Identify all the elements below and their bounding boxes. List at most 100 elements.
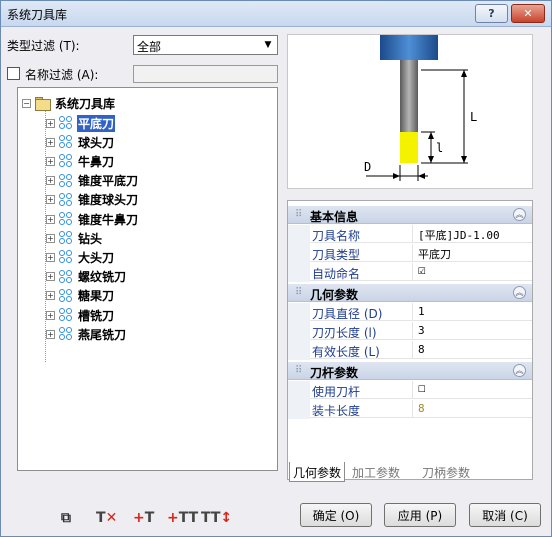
- expand-icon[interactable]: +: [46, 156, 55, 166]
- prop-row[interactable]: 刀具名称 [平底]JD-1.00: [310, 225, 532, 243]
- property-grid[interactable]: ⠿ 基本信息 ︽ 刀具名称 [平底]JD-1.00 刀具类型 平底刀自动命名 ☑ ⠿ 几何参数 ︽ 刀…: [287, 200, 533, 480]
- collapse-group-icon[interactable]: ︽: [513, 208, 526, 221]
- expand-icon[interactable]: +: [46, 310, 55, 320]
- prop-row[interactable]: 装卡长度 8: [310, 400, 532, 418]
- label-D: D: [364, 160, 371, 174]
- tree-item-label: 钻头: [78, 231, 103, 246]
- prop-value[interactable]: 平底刀: [418, 246, 451, 262]
- prop-row[interactable]: 刀具类型 平底刀: [310, 244, 532, 262]
- type-filter-value: 全部: [137, 40, 162, 54]
- delete-icon[interactable]: T✕: [96, 510, 117, 526]
- expand-icon[interactable]: +: [46, 233, 55, 243]
- tree-root-label: 系统刀具库: [55, 96, 116, 111]
- tree-item[interactable]: + 大头刀: [46, 248, 115, 266]
- prop-group-header[interactable]: ⠿ 基本信息 ︽: [288, 206, 532, 224]
- prop-group-title: 刀杆参数: [310, 366, 359, 380]
- tool-group-icon: [59, 231, 73, 245]
- tab-geometry[interactable]: 几何参数: [289, 462, 346, 482]
- tab-holder[interactable]: 刀柄参数: [419, 462, 473, 482]
- close-button[interactable]: ✕: [511, 4, 545, 23]
- tool-tree[interactable]: − 系统刀具库 + 平底刀 + 球头刀 + 牛鼻刀 + 锥度平底刀 + 锥度球头刀 + 锥度牛鼻刀 + 钻…: [17, 87, 278, 471]
- expand-icon[interactable]: +: [46, 118, 55, 128]
- tree-item[interactable]: + 锥度平底刀: [46, 172, 139, 190]
- prop-value[interactable]: 3: [418, 324, 425, 337]
- prop-key: 使用刀杆: [312, 385, 361, 399]
- prop-group-header[interactable]: ⠿ 刀杆参数 ︽: [288, 362, 532, 380]
- prop-value[interactable]: [平底]JD-1.00: [418, 227, 500, 243]
- tree-item[interactable]: + 糖果刀: [46, 287, 115, 305]
- prop-checkbox[interactable]: ☐: [418, 381, 426, 396]
- ok-button[interactable]: 确定 (O): [300, 503, 372, 527]
- expand-icon[interactable]: +: [46, 195, 55, 205]
- collapse-group-icon[interactable]: ︽: [513, 364, 526, 377]
- prop-group-title: 几何参数: [310, 288, 359, 302]
- window-title: 系统刀具库: [7, 8, 68, 22]
- tree-item[interactable]: + 平底刀: [46, 114, 116, 132]
- prop-key: 刀具名称: [312, 229, 361, 243]
- tree-item-label: 大头刀: [78, 250, 115, 265]
- tool-preview: L l D: [287, 34, 533, 189]
- tool-holder: [380, 35, 438, 60]
- tool-group-icon: [59, 154, 73, 168]
- tree-item-label: 槽铣刀: [78, 308, 115, 323]
- help-button[interactable]: ?: [475, 4, 508, 23]
- tree-item[interactable]: + 钻头: [46, 229, 103, 247]
- tree-root[interactable]: − 系统刀具库: [22, 94, 116, 112]
- expand-icon[interactable]: +: [46, 176, 55, 186]
- name-filter-input[interactable]: [133, 65, 278, 83]
- tree-item-label: 燕尾铣刀: [78, 327, 127, 342]
- prop-group-header[interactable]: ⠿ 几何参数 ︽: [288, 284, 532, 302]
- prop-row[interactable]: 有效长度 (L) 8: [310, 341, 532, 359]
- collapse-icon[interactable]: −: [22, 98, 31, 108]
- tool-group-icon: [59, 308, 73, 322]
- name-filter-checkbox[interactable]: [7, 67, 20, 80]
- prop-row[interactable]: 自动命名 ☑: [310, 263, 532, 281]
- grip-icon: ⠿: [295, 287, 303, 298]
- tree-item[interactable]: + 燕尾铣刀: [46, 325, 127, 343]
- expand-icon[interactable]: +: [46, 291, 55, 301]
- collapse-group-icon[interactable]: ︽: [513, 286, 526, 299]
- add-tool-group-icon[interactable]: +TT: [167, 510, 198, 526]
- tree-item[interactable]: + 锥度牛鼻刀: [46, 210, 139, 228]
- prop-value[interactable]: 8: [418, 402, 425, 415]
- expand-icon[interactable]: +: [46, 214, 55, 224]
- add-tool-icon[interactable]: +T: [133, 510, 154, 526]
- tool-group-icon: [59, 250, 73, 264]
- tree-item[interactable]: + 槽铣刀: [46, 306, 115, 324]
- prop-key: 自动命名: [312, 267, 361, 281]
- tab-machining[interactable]: 加工参数: [349, 462, 403, 482]
- tree-item[interactable]: + 牛鼻刀: [46, 152, 115, 170]
- tree-item[interactable]: + 球头刀: [46, 133, 115, 151]
- tree-item-label: 平底刀: [77, 114, 116, 132]
- cancel-button[interactable]: 取消 (C): [469, 503, 541, 527]
- sort-icon[interactable]: TT↕: [201, 510, 232, 526]
- prop-value[interactable]: 8: [418, 343, 425, 356]
- title-bar[interactable]: 系统刀具库 ? ✕: [1, 1, 551, 27]
- tool-shank: [400, 60, 418, 132]
- tool-flute: [400, 132, 418, 163]
- expand-icon[interactable]: +: [46, 272, 55, 282]
- apply-button[interactable]: 应用 (P): [384, 503, 456, 527]
- prop-row[interactable]: 刀具直径 (D) 1: [310, 303, 532, 321]
- tool-group-icon: [59, 135, 73, 149]
- tree-item-label: 球头刀: [78, 135, 115, 150]
- tree-item[interactable]: + 锥度球头刀: [46, 191, 139, 209]
- tool-library-window: 系统刀具库 ? ✕ 类型过滤 (T): 全部 ▼ 名称过滤 (A): − 系统刀…: [0, 0, 552, 537]
- prop-value[interactable]: 1: [418, 305, 425, 318]
- tree-item-label: 锥度平底刀: [78, 174, 139, 189]
- prop-checkbox[interactable]: ☑: [418, 263, 426, 278]
- expand-icon[interactable]: +: [46, 329, 55, 339]
- tree-item[interactable]: + 螺纹铣刀: [46, 268, 127, 286]
- prop-row[interactable]: 使用刀杆 ☐: [310, 381, 532, 399]
- copy-icon[interactable]: ⧉: [61, 510, 71, 526]
- tool-group-icon: [59, 269, 73, 284]
- prop-row[interactable]: 刀刃长度 (l) 3: [310, 322, 532, 340]
- expand-icon[interactable]: +: [46, 252, 55, 262]
- type-filter-label: 类型过滤 (T):: [7, 39, 80, 53]
- tree-item-label: 糖果刀: [78, 289, 115, 304]
- chevron-down-icon[interactable]: ▼: [261, 38, 275, 52]
- expand-icon[interactable]: +: [46, 137, 55, 147]
- prop-key: 刀刃长度 (l): [312, 326, 377, 340]
- type-filter-select[interactable]: 全部 ▼: [133, 35, 278, 55]
- tree-item-label: 锥度牛鼻刀: [78, 212, 139, 227]
